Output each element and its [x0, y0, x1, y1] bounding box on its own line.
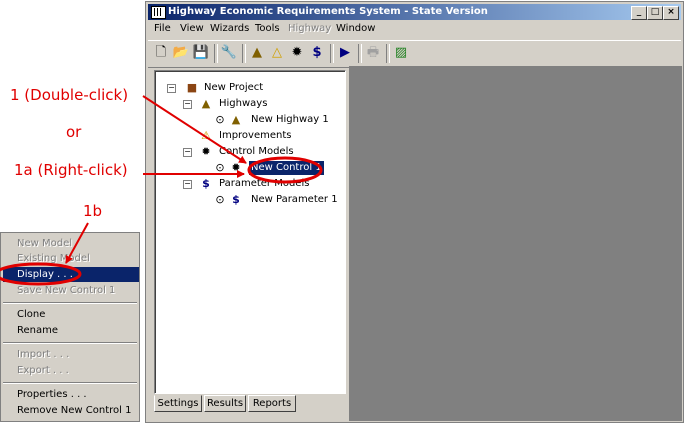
arrow-1b: [65, 222, 89, 264]
annotation-overlay: [0, 95, 323, 286]
highlight-display: [0, 262, 82, 286]
highlight-new-control: [247, 156, 323, 184]
arrow-double-click: [142, 95, 247, 164]
